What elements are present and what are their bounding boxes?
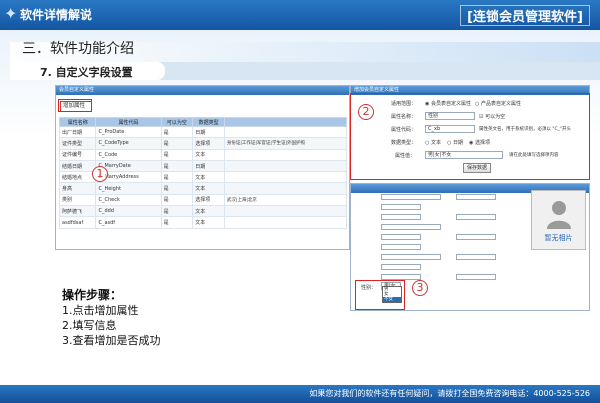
table-cell bbox=[223, 205, 348, 218]
table-cell: 结婚地点 bbox=[58, 171, 97, 184]
table-row[interactable]: 身高 C_Height 是文本 bbox=[58, 182, 348, 195]
member-form-input[interactable] bbox=[456, 274, 496, 280]
table-cell: 是 bbox=[160, 182, 194, 195]
attribute-list-header: 会员自定义属性 bbox=[56, 86, 349, 95]
table-cell: 选择项 bbox=[192, 193, 225, 207]
photo-placeholder: 暂无相片 bbox=[531, 190, 586, 250]
banner-right-title: [连锁会员管理软件] bbox=[460, 5, 590, 26]
table-cell bbox=[223, 182, 348, 195]
column-header: 数据类型 bbox=[192, 117, 225, 127]
step-marker-2: 2 bbox=[358, 104, 374, 120]
table-row[interactable]: 证件编号 C_Code 是文本 bbox=[58, 148, 348, 161]
table-cell: 是 bbox=[160, 171, 194, 184]
table-cell: C_ddd bbox=[95, 205, 162, 218]
highlight-dropdown bbox=[355, 280, 405, 310]
step-marker-3: 3 bbox=[412, 280, 428, 296]
member-form-input[interactable] bbox=[381, 204, 421, 210]
steps-heading: 操作步骤： bbox=[62, 288, 123, 302]
column-header: 属性名称 bbox=[58, 117, 97, 127]
table-cell: 日期 bbox=[192, 125, 225, 139]
top-banner: ✦ 软件详情解说 [连锁会员管理软件] bbox=[0, 0, 600, 30]
step-marker-1: 1 bbox=[92, 166, 108, 182]
footer-bar: 如果您对我们的软件还有任何疑问，请拨打全国免费咨询电话：4000-525-526 bbox=[0, 385, 600, 403]
table-cell: asdfdsaf bbox=[58, 216, 97, 229]
table-cell: 武汉|上海|北京 bbox=[223, 193, 348, 207]
member-form-input[interactable] bbox=[456, 254, 496, 260]
table-cell: 文本 bbox=[192, 205, 225, 218]
table-cell: 是 bbox=[160, 148, 194, 161]
table-cell: C_Check bbox=[95, 193, 162, 207]
step-item: 1.点击增加属性 bbox=[62, 304, 139, 317]
member-form-input[interactable] bbox=[381, 254, 441, 260]
table-cell bbox=[223, 171, 348, 184]
table-cell: 出厂日期 bbox=[58, 125, 97, 139]
table-cell bbox=[223, 159, 348, 173]
step-item: 3.查看增加是否成功 bbox=[62, 334, 161, 347]
table-cell: 是 bbox=[160, 216, 194, 229]
table-cell: 结婚日期 bbox=[58, 159, 97, 173]
table-cell: C_Code bbox=[95, 148, 162, 161]
member-form-input[interactable] bbox=[381, 234, 421, 240]
member-form-input[interactable] bbox=[381, 244, 421, 250]
table-cell: 文本 bbox=[192, 171, 225, 184]
member-form-input[interactable] bbox=[381, 264, 421, 270]
table-cell: C_asdf bbox=[95, 216, 162, 229]
member-form-input[interactable] bbox=[456, 194, 496, 200]
member-form-input[interactable] bbox=[381, 214, 421, 220]
table-cell: 是 bbox=[160, 137, 194, 150]
member-form-input[interactable] bbox=[456, 234, 496, 240]
table-cell: C_ProDate bbox=[95, 125, 162, 139]
table-cell: 文本 bbox=[192, 216, 225, 229]
highlight-add-button bbox=[58, 99, 92, 112]
table-cell: 文本 bbox=[192, 182, 225, 195]
table-cell: 选择项 bbox=[192, 137, 225, 150]
member-form-input[interactable] bbox=[456, 214, 496, 220]
table-cell: 证件编号 bbox=[58, 148, 97, 161]
table-cell: 是 bbox=[160, 205, 194, 218]
table-cell: 日期 bbox=[192, 159, 225, 173]
column-header: 属性代码 bbox=[95, 117, 162, 127]
operation-steps: 操作步骤： 1.点击增加属性 2.填写信息 3.查看增加是否成功 bbox=[62, 288, 161, 348]
table-row[interactable]: 证件类型 C_CodeType 是选择项 身份证|工作证|军官证|学生证|外国护照 bbox=[58, 137, 348, 150]
table-cell: 类别 bbox=[58, 193, 97, 207]
section-subtitle: 7. 自定义字段设置 bbox=[40, 66, 133, 79]
member-form-input[interactable] bbox=[381, 194, 441, 200]
table-cell: 证件类型 bbox=[58, 137, 97, 150]
section-title: 三．软件功能介绍 bbox=[22, 41, 134, 57]
footer-hotline-text: 如果您对我们的软件还有任何疑问，请拨打全国免费咨询电话：4000-525-526 bbox=[309, 389, 590, 398]
column-header bbox=[223, 117, 348, 127]
table-cell: C_CodeType bbox=[95, 137, 162, 150]
banner-left-title: 软件详情解说 bbox=[20, 8, 93, 22]
table-cell: 文本 bbox=[192, 148, 225, 161]
table-row[interactable]: asdfdsaf C_asdf 是文本 bbox=[58, 216, 348, 229]
table-cell: 身份证|工作证|军官证|学生证|外国护照 bbox=[223, 137, 348, 150]
runner-logo-icon: ✦ bbox=[4, 4, 18, 23]
avatar-silhouette-icon bbox=[547, 201, 571, 229]
table-cell: 是 bbox=[160, 159, 194, 173]
table-cell bbox=[223, 125, 348, 139]
table-row[interactable]: 类别 C_Check 是选择项 武汉|上海|北京 bbox=[58, 193, 348, 207]
photo-label: 暂无相片 bbox=[544, 234, 573, 242]
column-header: 可以为空 bbox=[160, 117, 194, 127]
member-form-input[interactable] bbox=[381, 224, 441, 230]
table-row[interactable]: 阿萨德飞 C_ddd 是文本 bbox=[58, 205, 348, 218]
table-cell bbox=[223, 216, 348, 229]
table-row[interactable]: 出厂日期 C_ProDate 是日期 bbox=[58, 125, 348, 139]
table-cell bbox=[223, 148, 348, 161]
table-cell: C_Height bbox=[95, 182, 162, 195]
table-cell: 是 bbox=[160, 125, 194, 139]
step-item: 2.填写信息 bbox=[62, 319, 117, 332]
table-cell: 身高 bbox=[58, 182, 97, 195]
table-cell: 阿萨德飞 bbox=[58, 205, 97, 218]
highlight-form bbox=[350, 93, 590, 180]
table-cell: 是 bbox=[160, 193, 194, 207]
